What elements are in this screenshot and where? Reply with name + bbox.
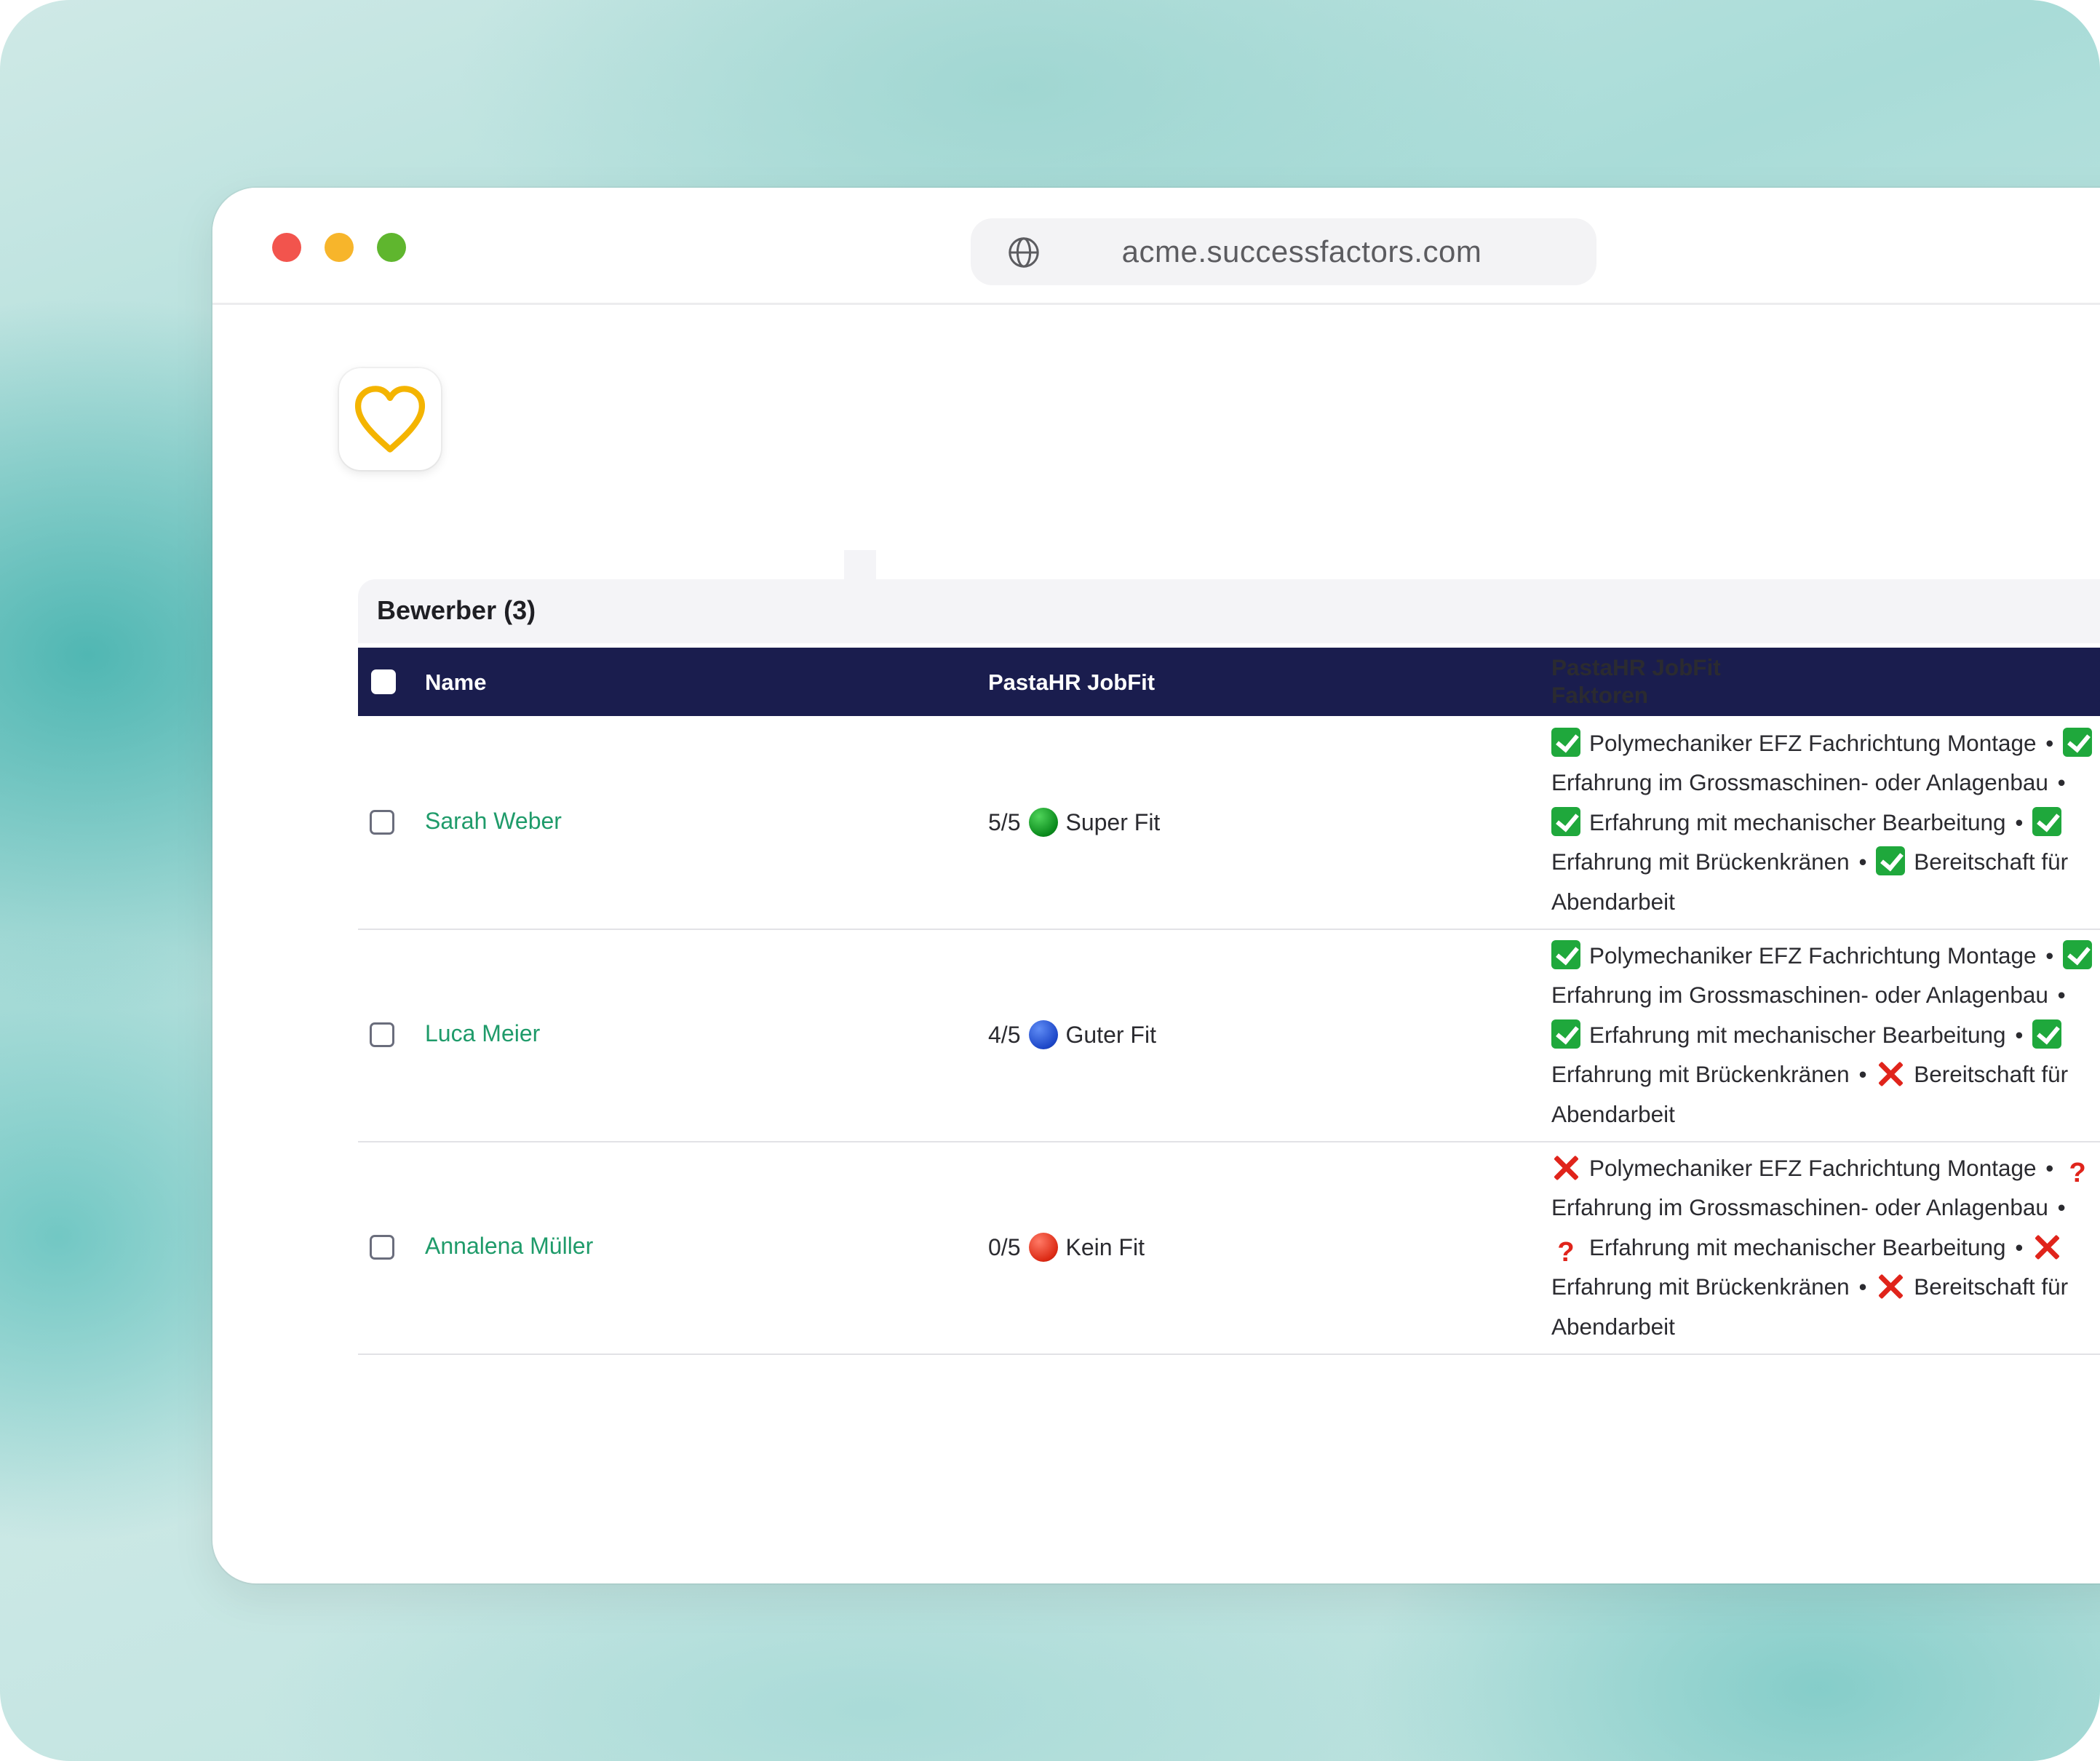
browser-window: acme.successfactors.com Bewerber (3) Nam… xyxy=(212,188,2100,1583)
factor-text: Polymechaniker EFZ Fachrichtung Montage xyxy=(1589,730,2037,756)
check-mark-icon xyxy=(2032,806,2062,836)
heart-icon xyxy=(355,386,425,453)
cross-mark-icon xyxy=(1551,1153,1580,1182)
tab-marker xyxy=(844,550,876,579)
jobfit-score: 0/5 Kein Fit xyxy=(988,1233,1145,1262)
column-header-factors-line2: Faktoren xyxy=(1551,682,1649,708)
red-circle-icon xyxy=(1029,1233,1059,1262)
address-bar[interactable]: acme.successfactors.com xyxy=(971,218,1596,285)
question-mark-icon: ? xyxy=(2069,1158,2086,1188)
globe-icon xyxy=(1009,237,1039,268)
check-mark-icon xyxy=(1551,1019,1580,1049)
factor-text: Erfahrung mit Brückenkränen xyxy=(1551,848,1850,875)
factor-text: Erfahrung mit mechanischer Bearbeitung xyxy=(1589,1233,2006,1260)
factor-item: Polymechaniker EFZ Fachrichtung Montage xyxy=(1551,728,2037,757)
check-mark-icon xyxy=(1551,940,1580,969)
factor-separator: • xyxy=(1858,1273,1867,1300)
maximize-window-button[interactable] xyxy=(377,233,406,262)
factor-separator: • xyxy=(2015,1233,2024,1260)
row-checkbox[interactable] xyxy=(370,1235,394,1260)
factor-separator: • xyxy=(2057,769,2066,796)
factor-text: Erfahrung mit mechanischer Bearbeitung xyxy=(1589,1021,2006,1048)
check-mark-icon xyxy=(1876,846,1906,876)
close-window-button[interactable] xyxy=(272,233,301,262)
check-mark-icon xyxy=(2063,940,2093,969)
factor-separator: • xyxy=(2015,808,2024,835)
cross-mark-icon xyxy=(2032,1232,2061,1261)
factor-separator: • xyxy=(2045,730,2054,756)
panel-title: Bewerber (3) xyxy=(377,595,536,625)
factor-text: Erfahrung mit Brückenkränen xyxy=(1551,1061,1850,1088)
factor-separator: • xyxy=(1858,848,1867,875)
select-all-checkbox[interactable] xyxy=(371,669,396,694)
applicants-panel: Bewerber (3) Name PastaHR JobFit PastaHR… xyxy=(358,579,2100,1525)
green-circle-icon xyxy=(1029,808,1059,837)
factor-separator: • xyxy=(2057,1194,2066,1221)
factor-text: Erfahrung mit mechanischer Bearbeitung xyxy=(1589,808,2006,835)
cross-mark-icon xyxy=(1876,1271,1905,1300)
factor-text: Polymechaniker EFZ Fachrichtung Montage xyxy=(1589,942,2037,969)
factor-text: Erfahrung im Grossmaschinen- oder Anlage… xyxy=(1551,1194,2048,1221)
candidate-name-link[interactable]: Sarah Weber xyxy=(425,808,562,835)
jobfit-score: 4/5 Guter Fit xyxy=(988,1020,1156,1049)
factor-item: Polymechaniker EFZ Fachrichtung Montage xyxy=(1551,1155,2037,1181)
factor-separator: • xyxy=(1858,1061,1867,1088)
check-mark-icon xyxy=(2063,728,2093,757)
column-header-name[interactable]: Name xyxy=(425,669,486,696)
cross-mark-icon xyxy=(1876,1059,1905,1088)
jobfit-factors: Polymechaniker EFZ Fachrichtung Montage … xyxy=(1551,723,2100,921)
factor-separator: • xyxy=(2057,982,2066,1009)
candidate-name-link[interactable]: Annalena Müller xyxy=(425,1233,593,1260)
row-checkbox[interactable] xyxy=(370,1022,394,1047)
jobfit-factors: Polymechaniker EFZ Fachrichtung Montage … xyxy=(1551,1148,2100,1346)
jobfit-factors: Polymechaniker EFZ Fachrichtung Montage … xyxy=(1551,936,2100,1134)
jobfit-score-value: 0/5 xyxy=(988,1233,1021,1260)
column-header-jobfit[interactable]: PastaHR JobFit xyxy=(988,669,1155,696)
question-mark-icon: ? xyxy=(1557,1236,1575,1268)
factor-item: ? Erfahrung mit mechanischer Bearbeitung xyxy=(1551,1233,2006,1267)
check-mark-icon xyxy=(1551,806,1580,836)
panel-header: Bewerber (3) xyxy=(358,579,2100,643)
table-row[interactable]: Sarah Weber 5/5 Super Fit Polymechaniker EF… xyxy=(358,716,2100,930)
table-row[interactable]: Annalena Müller 0/5 Kein Fit Polymechaniker… xyxy=(358,1141,2100,1355)
url-text: acme.successfactors.com xyxy=(1121,234,1482,269)
factor-separator: • xyxy=(2045,942,2054,969)
blue-circle-icon xyxy=(1029,1020,1059,1049)
factor-text: Erfahrung im Grossmaschinen- oder Anlage… xyxy=(1551,769,2048,796)
factor-separator: • xyxy=(2045,1155,2054,1181)
column-header-factors[interactable]: PastaHR JobFit Faktoren xyxy=(1551,653,2100,709)
jobfit-score: 5/5 Super Fit xyxy=(988,808,1160,837)
table-header: Name PastaHR JobFit PastaHR JobFit Fakto… xyxy=(358,648,2100,716)
factor-text: Erfahrung im Grossmaschinen- oder Anlage… xyxy=(1551,982,2048,1009)
jobfit-score-value: 4/5 xyxy=(988,1021,1021,1048)
factor-separator: • xyxy=(2015,1021,2024,1048)
jobfit-label: Guter Fit xyxy=(1065,1021,1156,1048)
factor-text: Erfahrung mit Brückenkränen xyxy=(1551,1273,1850,1300)
row-checkbox[interactable] xyxy=(370,810,394,835)
jobfit-label: Super Fit xyxy=(1065,808,1161,835)
factor-text: Polymechaniker EFZ Fachrichtung Montage xyxy=(1589,1155,2037,1181)
candidate-name-link[interactable]: Luca Meier xyxy=(425,1020,540,1047)
jobfit-score-value: 5/5 xyxy=(988,808,1021,835)
check-mark-icon xyxy=(1551,728,1580,757)
browser-titlebar: acme.successfactors.com xyxy=(212,188,2100,305)
check-mark-icon xyxy=(2032,1019,2062,1049)
minimize-window-button[interactable] xyxy=(325,233,354,262)
app-logo[interactable] xyxy=(339,368,441,470)
column-header-factors-line1: PastaHR JobFit xyxy=(1551,654,1721,680)
factor-item: Polymechaniker EFZ Fachrichtung Montage xyxy=(1551,940,2037,969)
jobfit-label: Kein Fit xyxy=(1065,1233,1145,1260)
factor-item: Erfahrung mit mechanischer Bearbeitung xyxy=(1551,806,2006,836)
factor-item: Erfahrung mit mechanischer Bearbeitung xyxy=(1551,1019,2006,1049)
table-row[interactable]: Luca Meier 4/5 Guter Fit Polymechaniker EFZ… xyxy=(358,929,2100,1142)
